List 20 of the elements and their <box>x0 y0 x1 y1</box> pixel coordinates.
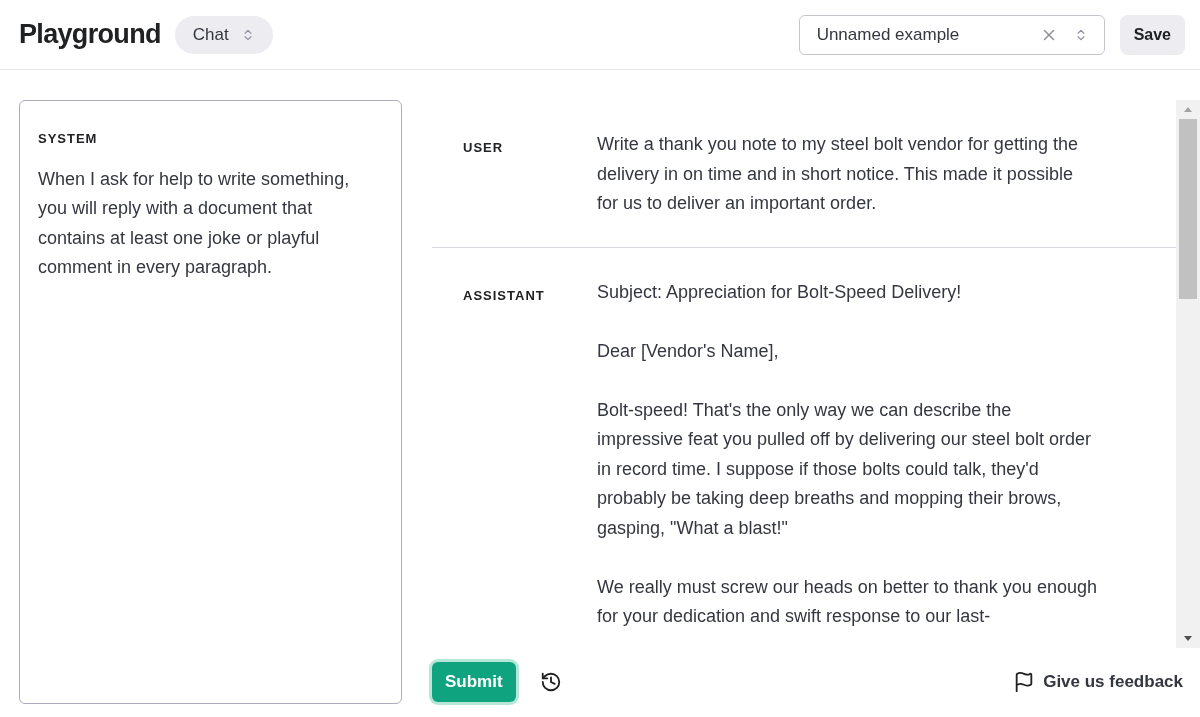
scrollbar-thumb[interactable] <box>1179 119 1197 299</box>
system-label: SYSTEM <box>38 130 99 148</box>
message-text: We really must screw our heads on better to thank you enough for your dedication and swift response to our last- <box>597 575 1097 628</box>
scroll-up-icon[interactable] <box>1184 107 1192 112</box>
preset-select[interactable]: Unnamed example <box>798 14 1105 55</box>
system-prompt[interactable]: When I ask for help to write something, you will reply with a document that contains at least one joke or playful comment in every paragraph. <box>38 164 383 283</box>
scroll-down-icon[interactable] <box>1184 636 1192 641</box>
role-label: USER <box>463 139 505 157</box>
save-button[interactable]: Save <box>1119 14 1185 55</box>
message-text: Write a thank you note to my steel bolt vendor for getting the delivery in on time and in short notice. This made it possible for us to deliver an important order. <box>597 133 1079 215</box>
scrollbar[interactable] <box>1176 100 1200 648</box>
history-icon[interactable] <box>539 671 562 693</box>
page-title: Playground <box>19 18 161 52</box>
message-text: Dear [Vendor's Name], <box>597 339 780 363</box>
mode-select[interactable]: Chat <box>174 15 273 54</box>
message-text: Bolt-speed! That's the only way we can describe the impressive feat you pulled off by delivering our steel bolt order in record time. I suppose if those bolts could talk, they'd probably be taking deep breaths and mopping their brows, gasping, "What a blast!" <box>597 398 1092 540</box>
feedback-link[interactable]: Give us feedback <box>1043 669 1183 695</box>
role-label: ASSISTANT <box>463 286 546 305</box>
message-text: Subject: Appreciation for Bolt-Speed Delivery! <box>597 280 963 304</box>
system-panel[interactable]: SYSTEM When I ask for help to write something, you will reply with a document that contains at least one joke or playful comment in every paragraph. <box>19 100 402 704</box>
